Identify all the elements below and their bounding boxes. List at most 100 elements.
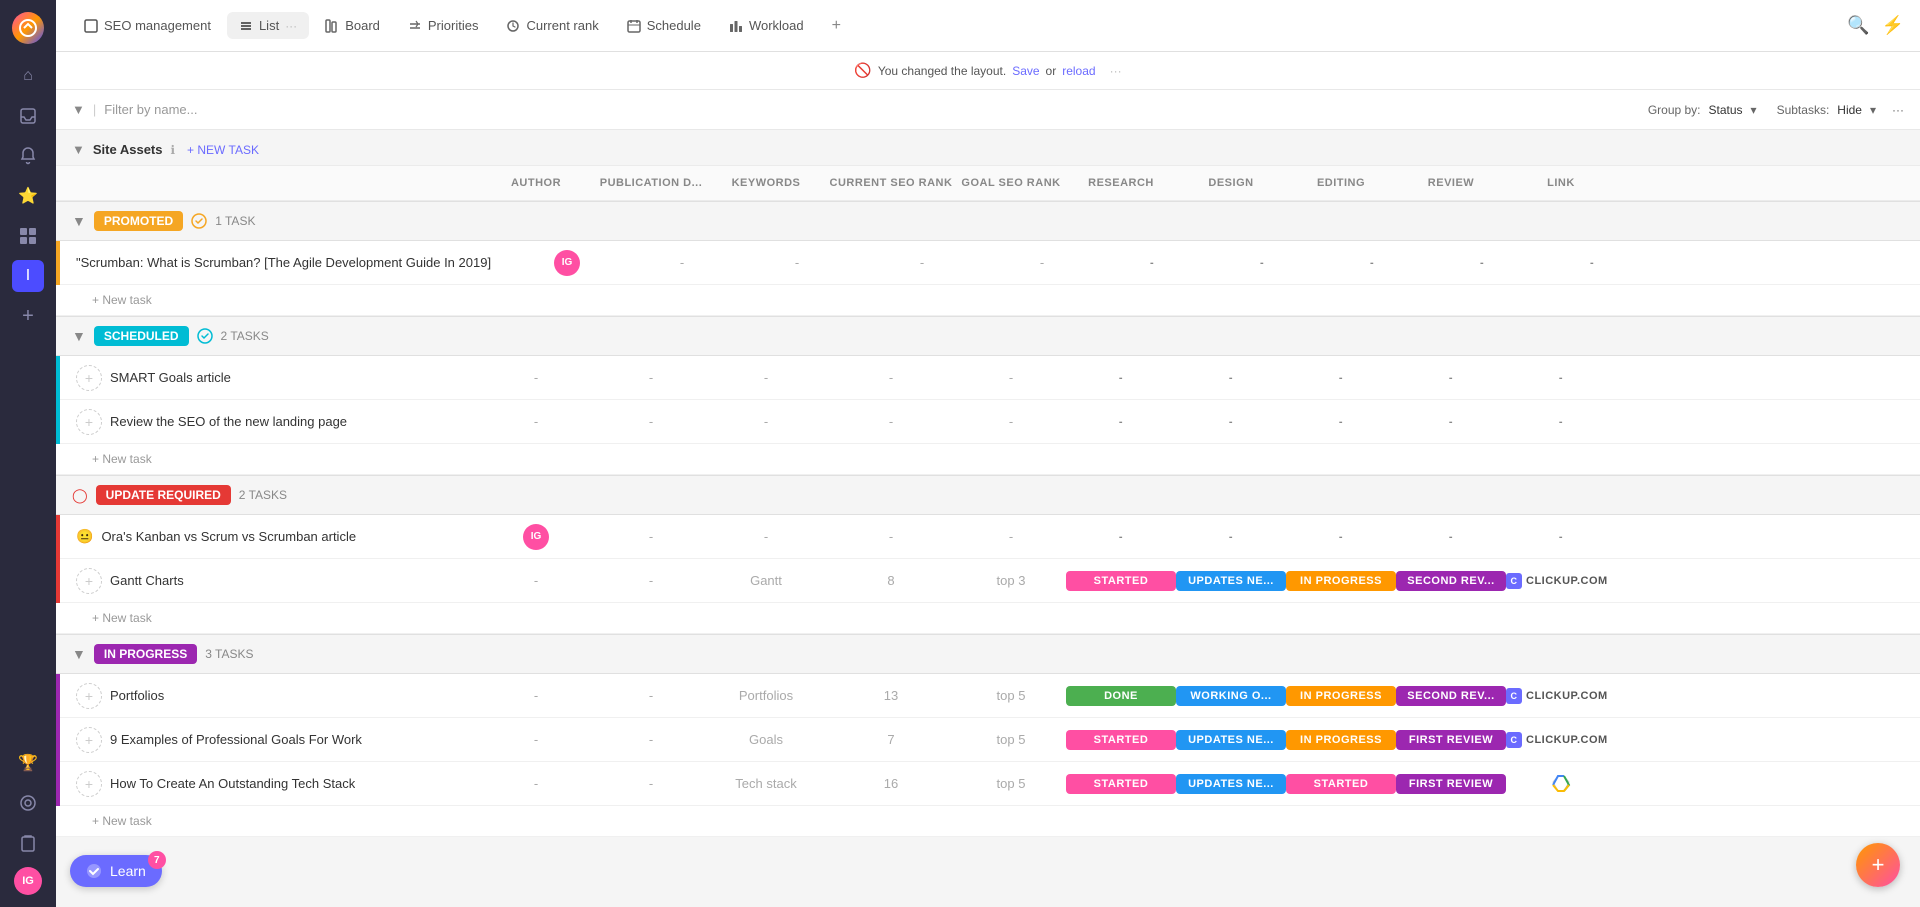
search-icon[interactable]: 🔍 bbox=[1847, 15, 1869, 36]
editing-pill[interactable]: In progress bbox=[1286, 730, 1396, 750]
task-review-status[interactable]: First review bbox=[1396, 730, 1506, 750]
task-research-status[interactable]: Started bbox=[1066, 774, 1176, 794]
tab-list[interactable]: List ··· bbox=[227, 12, 309, 39]
more-options[interactable]: ··· bbox=[1892, 103, 1904, 117]
task-editing-status[interactable]: In progress bbox=[1286, 571, 1396, 591]
subtasks-value[interactable]: Hide bbox=[1837, 103, 1862, 117]
task-name[interactable]: Portfolios bbox=[110, 688, 164, 703]
banner-more[interactable]: ··· bbox=[1110, 64, 1122, 78]
sidebar-item-active[interactable]: I bbox=[12, 260, 44, 292]
avatar-add[interactable]: + bbox=[76, 727, 102, 753]
sidebar-item-add[interactable]: + bbox=[12, 300, 44, 332]
sidebar-item-home[interactable]: ⌂ bbox=[12, 60, 44, 92]
task-review-status[interactable]: Second rev... bbox=[1396, 686, 1506, 706]
learn-button[interactable]: Learn 7 bbox=[70, 855, 162, 887]
subtasks-chevron[interactable]: ▾ bbox=[1870, 103, 1876, 117]
author-avatar[interactable]: IG bbox=[523, 524, 549, 550]
task-editing-status[interactable]: Started bbox=[1286, 774, 1396, 794]
sidebar-item-favorites[interactable]: ⭐ bbox=[12, 180, 44, 212]
link-text[interactable]: clickup.com bbox=[1526, 575, 1608, 587]
task-review: - bbox=[1396, 416, 1506, 428]
space-title[interactable]: SEO management bbox=[72, 12, 223, 39]
user-avatar[interactable]: IG bbox=[14, 867, 42, 895]
tab-current-rank[interactable]: Current rank bbox=[494, 12, 610, 39]
task-design-status[interactable]: Updates ne... bbox=[1176, 774, 1286, 794]
tab-priorities[interactable]: Priorities bbox=[396, 12, 491, 39]
research-pill[interactable]: Started bbox=[1066, 730, 1176, 750]
learn-check-icon bbox=[86, 863, 102, 879]
tab-list-more[interactable]: ··· bbox=[285, 19, 297, 33]
review-pill[interactable]: Second rev... bbox=[1396, 686, 1506, 706]
avatar-add[interactable]: + bbox=[76, 409, 102, 435]
design-pill[interactable]: Updates ne... bbox=[1176, 571, 1286, 591]
task-research-status[interactable]: Done bbox=[1066, 686, 1176, 706]
reload-link[interactable]: reload bbox=[1062, 64, 1095, 78]
task-design-status[interactable]: Updates ne... bbox=[1176, 730, 1286, 750]
sidebar-item-inbox[interactable] bbox=[12, 100, 44, 132]
tab-schedule[interactable]: Schedule bbox=[615, 12, 713, 39]
add-task-update[interactable]: + New task bbox=[56, 603, 1920, 634]
avatar-add[interactable]: + bbox=[76, 365, 102, 391]
sidebar-item-spaces[interactable] bbox=[12, 220, 44, 252]
save-link[interactable]: Save bbox=[1012, 64, 1039, 78]
logo[interactable] bbox=[12, 12, 44, 44]
link-text[interactable]: clickup.com bbox=[1526, 734, 1608, 746]
research-pill[interactable]: Done bbox=[1066, 686, 1176, 706]
editing-pill[interactable]: In progress bbox=[1286, 686, 1396, 706]
avatar-add[interactable]: + bbox=[76, 568, 102, 594]
task-editing-status[interactable]: In progress bbox=[1286, 730, 1396, 750]
task-name[interactable]: 9 Examples of Professional Goals For Wor… bbox=[110, 732, 362, 747]
lightning-icon[interactable]: ⚡ bbox=[1882, 15, 1904, 36]
group-by-chevron[interactable]: ▾ bbox=[1751, 103, 1757, 117]
section-info-icon[interactable]: ℹ bbox=[170, 143, 175, 157]
inprogress-badge: IN PROGRESS bbox=[94, 644, 197, 664]
filter-icon[interactable]: ▼ bbox=[72, 102, 85, 117]
editing-pill[interactable]: Started bbox=[1286, 774, 1396, 794]
add-task-promoted[interactable]: + New task bbox=[56, 285, 1920, 316]
author-avatar[interactable]: IG bbox=[554, 250, 580, 276]
task-editing-status[interactable]: In progress bbox=[1286, 686, 1396, 706]
inprogress-toggle[interactable]: ▼ bbox=[72, 646, 86, 662]
editing-pill[interactable]: In progress bbox=[1286, 571, 1396, 591]
sidebar-item-goal[interactable] bbox=[12, 787, 44, 819]
tab-board[interactable]: Board bbox=[313, 12, 392, 39]
task-research-status[interactable]: Started bbox=[1066, 730, 1176, 750]
design-pill[interactable]: Working o... bbox=[1176, 686, 1286, 706]
update-toggle[interactable]: ◯ bbox=[72, 487, 88, 504]
add-task-scheduled[interactable]: + New task bbox=[56, 444, 1920, 475]
research-pill[interactable]: Started bbox=[1066, 774, 1176, 794]
task-design-status[interactable]: Updates ne... bbox=[1176, 571, 1286, 591]
sidebar-item-notifications[interactable] bbox=[12, 140, 44, 172]
add-task-inprogress[interactable]: + New task bbox=[56, 806, 1920, 837]
review-pill[interactable]: First review bbox=[1396, 730, 1506, 750]
task-name[interactable]: Review the SEO of the new landing page bbox=[110, 414, 347, 429]
review-pill[interactable]: First review bbox=[1396, 774, 1506, 794]
global-add-button[interactable]: + bbox=[1856, 843, 1900, 887]
design-pill[interactable]: Updates ne... bbox=[1176, 774, 1286, 794]
task-name[interactable]: Ora's Kanban vs Scrum vs Scrumban articl… bbox=[101, 529, 356, 544]
review-pill[interactable]: Second rev... bbox=[1396, 571, 1506, 591]
task-name[interactable]: "Scrumban: What is Scrumban? [The Agile … bbox=[76, 255, 491, 270]
group-by-value[interactable]: Status bbox=[1709, 103, 1743, 117]
tab-workload[interactable]: Workload bbox=[717, 12, 816, 39]
new-task-section-btn[interactable]: + NEW TASK bbox=[187, 143, 259, 157]
section-collapse-icon[interactable]: ▼ bbox=[72, 142, 85, 157]
design-pill[interactable]: Updates ne... bbox=[1176, 730, 1286, 750]
avatar-add[interactable]: + bbox=[76, 683, 102, 709]
sidebar-item-trophy[interactable]: 🏆 bbox=[12, 747, 44, 779]
task-name[interactable]: SMART Goals article bbox=[110, 370, 231, 385]
task-name[interactable]: Gantt Charts bbox=[110, 573, 184, 588]
task-review-status[interactable]: Second rev... bbox=[1396, 571, 1506, 591]
link-text[interactable]: clickup.com bbox=[1526, 690, 1608, 702]
tab-add[interactable]: + bbox=[820, 11, 853, 41]
research-pill[interactable]: Started bbox=[1066, 571, 1176, 591]
task-review-status[interactable]: First review bbox=[1396, 774, 1506, 794]
task-research-status[interactable]: Started bbox=[1066, 571, 1176, 591]
task-design-status[interactable]: Working o... bbox=[1176, 686, 1286, 706]
promoted-toggle[interactable]: ▼ bbox=[72, 213, 86, 229]
filter-input[interactable]: Filter by name... bbox=[104, 102, 1640, 117]
task-name[interactable]: How To Create An Outstanding Tech Stack bbox=[110, 776, 355, 791]
scheduled-toggle[interactable]: ▼ bbox=[72, 328, 86, 344]
avatar-add[interactable]: + bbox=[76, 771, 102, 797]
sidebar-item-clipboard[interactable] bbox=[12, 827, 44, 859]
